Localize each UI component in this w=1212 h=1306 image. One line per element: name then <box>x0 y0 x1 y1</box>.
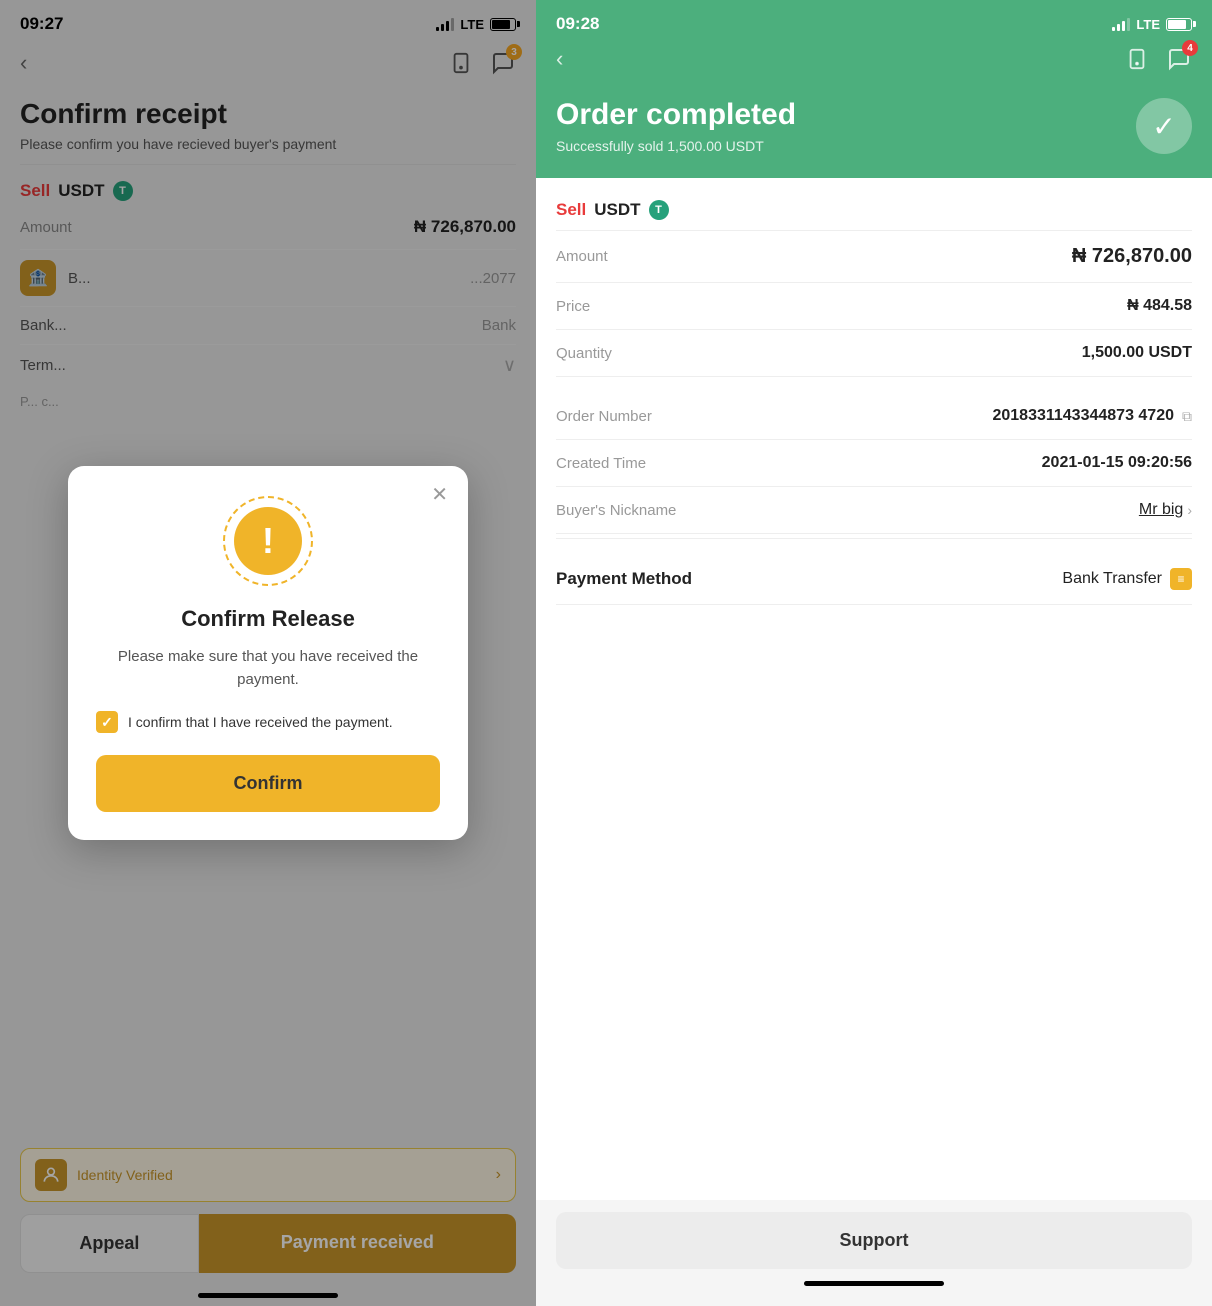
header-subtitle: Successfully sold 1,500.00 USDT <box>556 138 796 154</box>
sell-row-right: Sell USDT T <box>556 194 1192 231</box>
modal-icon-wrap: ! <box>96 496 440 586</box>
left-panel: 09:27 LTE ‹ <box>0 0 536 1306</box>
battery-icon-right <box>1166 18 1192 31</box>
modal-checkbox-row[interactable]: ✓ I confirm that I have received the pay… <box>96 711 440 733</box>
created-time-label: Created Time <box>556 455 646 472</box>
quantity-value: 1,500.00 USDT <box>1082 344 1192 362</box>
amount-value-right: ₦ 726,870.00 <box>1072 245 1192 268</box>
time-right: 09:28 <box>556 14 599 34</box>
status-icons-right: LTE <box>1112 17 1192 32</box>
nav-bar-right: ‹ 4 <box>536 42 1212 82</box>
buyer-nickname-row: Buyer's Nickname Mr big › <box>556 487 1192 534</box>
header-title: Order completed <box>556 98 796 132</box>
created-time-row: Created Time 2021-01-15 09:20:56 <box>556 440 1192 487</box>
price-label: Price <box>556 298 590 315</box>
created-time-value: 2021-01-15 09:20:56 <box>1042 454 1192 472</box>
nickname-arrow-icon: › <box>1187 502 1192 518</box>
warning-icon-outer: ! <box>223 496 313 586</box>
warning-icon-inner: ! <box>234 507 302 575</box>
order-number-row: Order Number 2018331143344873 4720 ⧉ <box>556 393 1192 440</box>
checkbox-icon[interactable]: ✓ <box>96 711 118 733</box>
quantity-row: Quantity 1,500.00 USDT <box>556 330 1192 377</box>
coin-name-right: USDT <box>594 200 640 220</box>
chat-badge-right: 4 <box>1182 40 1198 56</box>
checkmark-icon: ✓ <box>101 714 113 731</box>
order-number-value: 2018331143344873 4720 <box>992 407 1174 425</box>
payment-method-row: Payment Method Bank Transfer ≡ <box>556 554 1192 605</box>
order-number-label: Order Number <box>556 408 652 425</box>
completed-check-icon: ✓ <box>1136 98 1192 154</box>
modal-description: Please make sure that you have received … <box>96 646 440 691</box>
modal-overlay: ✕ ! Confirm Release Please make sure tha… <box>0 0 536 1306</box>
nav-icons-right: 4 <box>1124 46 1192 72</box>
home-indicator-right <box>804 1281 944 1286</box>
amount-row-right: Amount ₦ 726,870.00 <box>556 231 1192 283</box>
modal-close-button[interactable]: ✕ <box>431 482 448 507</box>
tether-icon-right: T <box>649 200 669 220</box>
modal-confirm-button[interactable]: Confirm <box>96 755 440 812</box>
bank-transfer-icon: ≡ <box>1170 568 1192 590</box>
payment-method-value: Bank Transfer <box>1062 570 1162 588</box>
header-right: Order completed Successfully sold 1,500.… <box>536 82 1212 178</box>
chat-icon-right[interactable]: 4 <box>1166 46 1192 72</box>
amount-label-right: Amount <box>556 248 608 265</box>
checkbox-label: I confirm that I have received the payme… <box>128 714 393 730</box>
content-right: Sell USDT T Amount ₦ 726,870.00 Price ₦ … <box>536 178 1212 1200</box>
lte-label-right: LTE <box>1136 17 1160 32</box>
quantity-label: Quantity <box>556 345 612 362</box>
phone-icon-right[interactable] <box>1124 46 1150 72</box>
support-button[interactable]: Support <box>556 1212 1192 1269</box>
bottom-right: Support <box>536 1200 1212 1306</box>
back-button-right[interactable]: ‹ <box>556 46 563 72</box>
modal-title: Confirm Release <box>96 606 440 632</box>
signal-icon-right <box>1112 17 1130 31</box>
buyer-nickname-value: Mr big <box>1139 501 1183 519</box>
header-text-wrap: Order completed Successfully sold 1,500.… <box>556 98 796 154</box>
order-number-wrap: 2018331143344873 4720 ⧉ <box>992 407 1192 425</box>
price-row: Price ₦ 484.58 <box>556 283 1192 330</box>
copy-icon[interactable]: ⧉ <box>1182 408 1192 425</box>
confirm-release-modal: ✕ ! Confirm Release Please make sure tha… <box>68 466 468 840</box>
buyer-nickname-wrap[interactable]: Mr big › <box>1139 501 1192 519</box>
sell-badge-right: Sell <box>556 200 586 220</box>
payment-method-label: Payment Method <box>556 569 692 589</box>
buyer-nickname-label: Buyer's Nickname <box>556 502 676 519</box>
right-panel: 09:28 LTE ‹ <box>536 0 1212 1306</box>
price-value: ₦ 484.58 <box>1127 297 1192 315</box>
status-bar-right: 09:28 LTE <box>536 0 1212 42</box>
payment-method-wrap: Bank Transfer ≡ <box>1062 568 1192 590</box>
